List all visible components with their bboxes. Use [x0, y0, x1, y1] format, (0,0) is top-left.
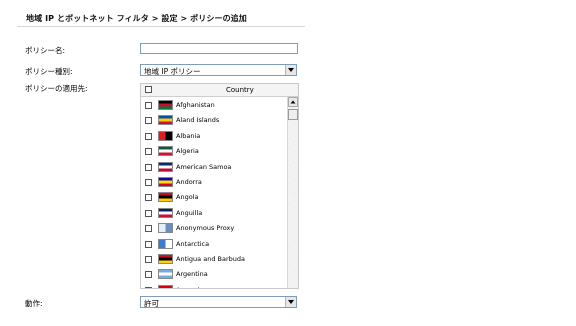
apply-to-label: ポリシーの適用先: — [25, 84, 88, 93]
country-checkbox[interactable] — [145, 179, 152, 186]
list-item[interactable]: Antarctica — [141, 237, 286, 252]
scroll-up-icon[interactable] — [288, 97, 298, 107]
list-item[interactable]: Angola — [141, 190, 286, 205]
country-checkbox[interactable] — [145, 209, 152, 217]
action-label: 動作: — [25, 299, 43, 308]
flag-icon — [158, 284, 173, 288]
country-name: Albania — [176, 131, 201, 140]
country-name: Anonymous Proxy — [176, 224, 235, 233]
country-column-header: Country — [226, 86, 254, 94]
country-checkbox[interactable] — [145, 148, 152, 156]
policy-name-input[interactable] — [140, 43, 298, 54]
flag-icon — [158, 223, 173, 234]
country-checkbox[interactable] — [145, 194, 152, 202]
country-name: Argentina — [176, 270, 208, 279]
policy-type-value: 地域 IP ポリシー — [144, 67, 201, 76]
select-all-checkbox[interactable] — [145, 86, 152, 93]
country-checkbox[interactable] — [145, 117, 152, 125]
list-item[interactable]: Anguilla — [141, 206, 286, 221]
country-name: Afghanistan — [176, 101, 215, 109]
list-item[interactable]: Antigua and Barbuda — [141, 252, 286, 267]
chevron-down-icon[interactable] — [285, 65, 296, 75]
country-name: Algeria — [176, 147, 199, 156]
chevron-down-icon[interactable] — [285, 297, 296, 307]
list-item[interactable]: Algeria — [141, 144, 286, 159]
country-name: Armenia — [176, 286, 203, 288]
country-checkbox[interactable] — [145, 240, 152, 248]
flag-icon — [158, 254, 173, 264]
flag-icon — [158, 100, 173, 110]
flag-icon — [158, 177, 173, 187]
country-checkbox[interactable] — [145, 286, 152, 288]
country-list-header: Country — [141, 84, 298, 97]
country-checkbox[interactable] — [145, 163, 152, 171]
list-item[interactable]: Andorra — [141, 175, 286, 190]
country-name: Angola — [176, 193, 199, 202]
flag-icon — [158, 238, 173, 249]
policy-type-label: ポリシー種別: — [25, 67, 73, 76]
flag-icon — [158, 130, 173, 141]
action-select[interactable]: 許可 — [140, 296, 297, 308]
country-name: Aland Islands — [176, 116, 220, 125]
flag-icon — [158, 269, 173, 280]
list-item[interactable]: Armenia — [141, 283, 286, 288]
action-value: 許可 — [144, 299, 159, 308]
list-item[interactable]: American Samoa — [141, 160, 286, 175]
country-name: American Samoa — [176, 162, 232, 171]
list-item[interactable]: Afghanistan — [141, 98, 286, 113]
country-name: Andorra — [176, 178, 202, 186]
country-checkbox[interactable] — [145, 256, 152, 263]
country-checkbox[interactable] — [145, 132, 152, 140]
list-item[interactable]: Albania — [141, 129, 286, 144]
list-item[interactable]: Anonymous Proxy — [141, 221, 286, 236]
country-checkbox[interactable] — [145, 271, 152, 279]
list-item[interactable]: Argentina — [141, 267, 286, 282]
country-checkbox[interactable] — [145, 225, 152, 233]
flag-icon — [158, 115, 173, 126]
policy-type-select[interactable]: 地域 IP ポリシー — [140, 64, 297, 76]
flag-icon — [158, 207, 173, 218]
policy-name-label: ポリシー名: — [25, 46, 66, 55]
breadcrumb-bar: 地域 IP とボットネット フィルタ > 設定 > ポリシーの追加 — [17, 8, 305, 27]
country-listbox[interactable]: Country Afghanistan Aland Islands Albania A… — [140, 83, 299, 289]
country-name: Antarctica — [176, 239, 210, 248]
country-name: Anguilla — [176, 208, 203, 217]
flag-icon — [158, 161, 173, 172]
flag-icon — [158, 146, 173, 157]
flag-icon — [158, 192, 173, 203]
scroll-thumb[interactable] — [288, 109, 298, 120]
list-scrollbar[interactable] — [287, 97, 298, 288]
country-name: Antigua and Barbuda — [176, 255, 245, 263]
country-checkbox[interactable] — [145, 102, 152, 109]
list-item[interactable]: Aland Islands — [141, 113, 286, 128]
breadcrumb: 地域 IP とボットネット フィルタ > 設定 > ポリシーの追加 — [26, 14, 247, 23]
